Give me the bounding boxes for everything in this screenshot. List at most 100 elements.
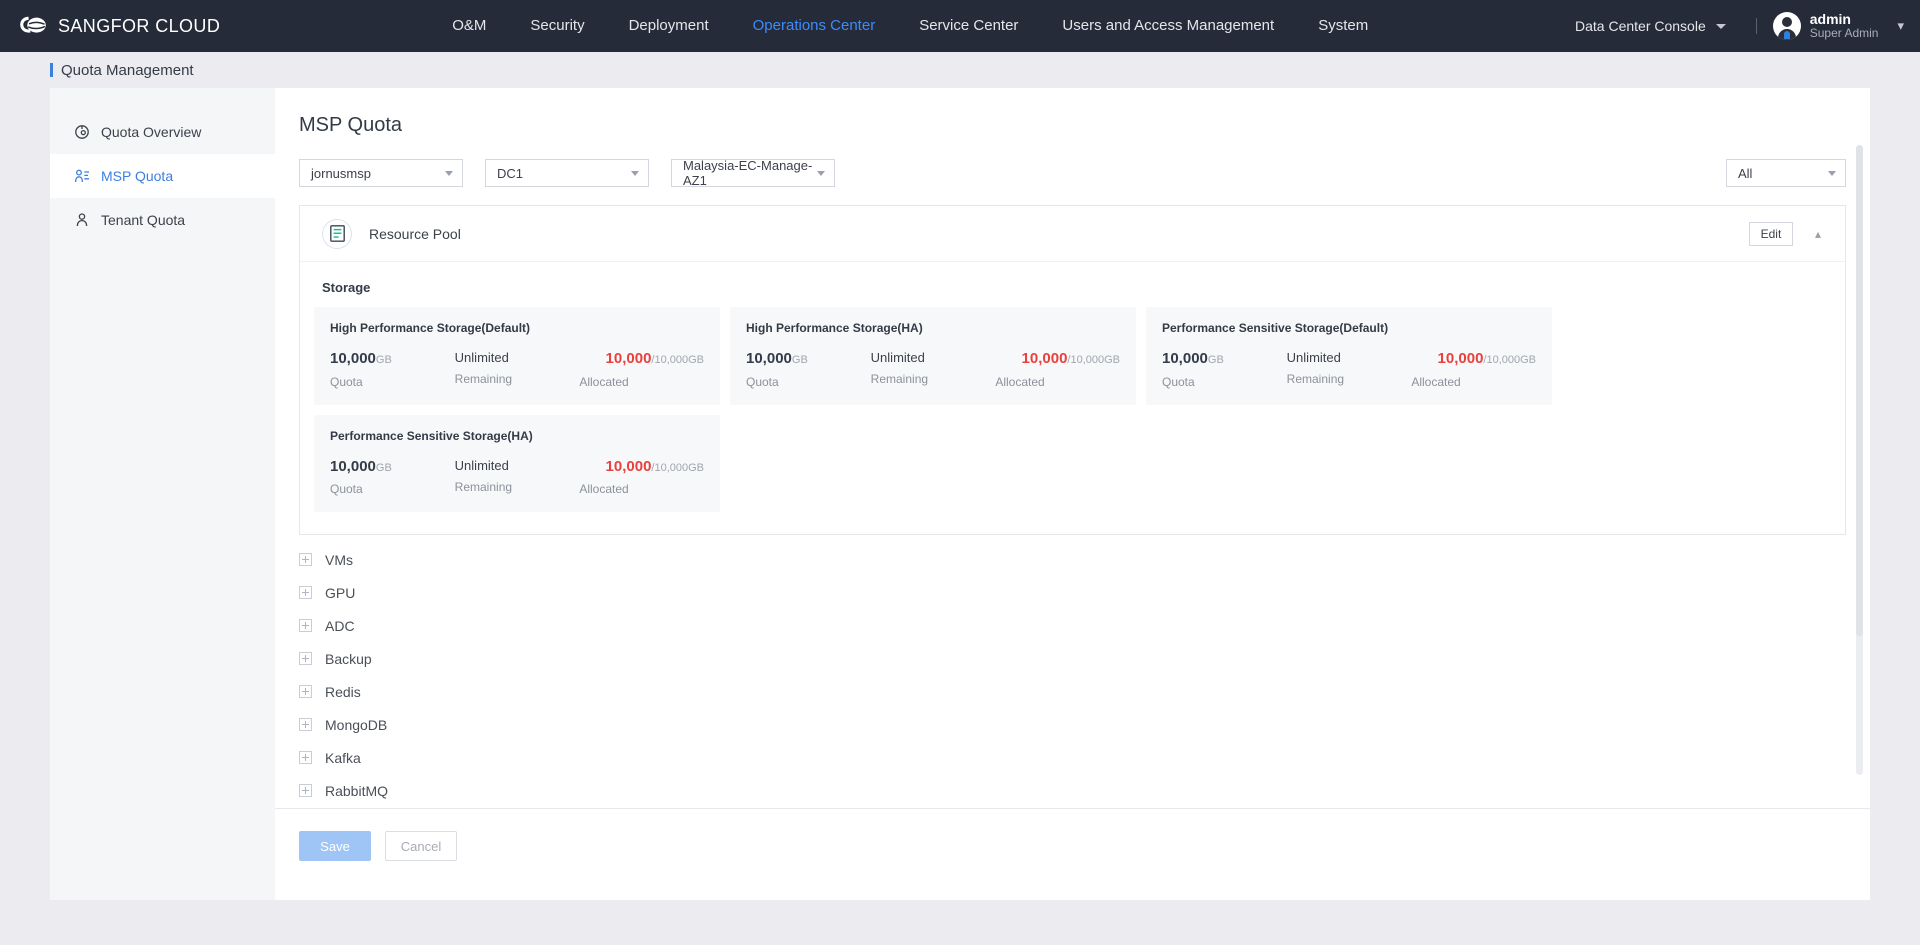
chevron-down-icon	[1715, 23, 1726, 29]
console-selector[interactable]: Data Center Console	[1575, 18, 1742, 34]
section-label: ADC	[325, 617, 355, 634]
datacenter-select[interactable]: DC1	[485, 159, 649, 187]
collapsible-section-kafka[interactable]: Kafka	[299, 741, 1846, 774]
cancel-button[interactable]: Cancel	[385, 831, 457, 861]
nav-item-service-center[interactable]: Service Center	[897, 0, 1040, 52]
plus-icon	[299, 718, 312, 731]
plus-icon	[299, 553, 312, 566]
title-accent-bar	[50, 63, 53, 77]
page-title: Quota Management	[61, 61, 194, 79]
quota-label: Quota	[746, 374, 779, 389]
remaining-value: Unlimited	[870, 350, 925, 365]
collapsible-section-backup[interactable]: Backup	[299, 642, 1846, 675]
allocated-value: 10,000/10,000GB	[1437, 350, 1537, 367]
chevron-down-icon	[817, 170, 825, 176]
quota-card-metrics: 10,000GB Quota Unlimited Remaining 10,00…	[330, 457, 705, 497]
top-navigation-bar: SANGFOR CLOUD O&M Security Deployment Op…	[0, 0, 1920, 52]
availability-zone-select[interactable]: Malaysia-EC-Manage-AZ1	[671, 158, 835, 188]
allocated-total: /10,000GB	[651, 354, 705, 366]
resource-pool-body: Storage High Performance Storage(Default…	[300, 262, 1845, 534]
remaining-metric: Unlimited Remaining	[870, 350, 996, 389]
quota-card-metrics: 10,000GB Quota Unlimited Remaining 10,00…	[746, 350, 1121, 389]
nav-item-operations-center[interactable]: Operations Center	[731, 0, 898, 52]
quota-metric: 10,000GB Quota	[1162, 350, 1287, 389]
quota-card: Performance Sensitive Storage(HA) 10,000…	[314, 414, 720, 512]
avatar	[1772, 11, 1801, 40]
remaining-value: Unlimited	[1286, 350, 1341, 365]
sidebar-item-tenant-quota[interactable]: Tenant Quota	[50, 198, 275, 242]
main-title: MSP Quota	[299, 114, 403, 136]
resource-pool-icon	[322, 218, 352, 249]
allocated-label: Allocated	[995, 374, 1045, 389]
quota-unit: GB	[791, 354, 808, 366]
sidebar-item-label: MSP Quota	[101, 168, 174, 184]
quota-card-metrics: 10,000GB Quota Unlimited Remaining 10,00…	[1162, 350, 1537, 389]
remaining-metric: Unlimited Remaining	[455, 458, 580, 497]
collapsible-section-rabbitmq[interactable]: RabbitMQ	[299, 774, 1846, 807]
scrollbar-thumb[interactable]	[1856, 145, 1863, 636]
quota-unit: GB	[375, 461, 392, 474]
nav-item-om[interactable]: O&M	[430, 0, 508, 52]
plus-icon	[299, 685, 312, 698]
quota-card-title: Performance Sensitive Storage(Default)	[1162, 321, 1389, 335]
sidebar-item-label: Tenant Quota	[101, 212, 186, 228]
quota-value: 10,000GB	[330, 457, 392, 475]
plus-icon	[299, 619, 312, 632]
divider	[1755, 18, 1757, 34]
quota-card-title: Performance Sensitive Storage(HA)	[330, 428, 533, 443]
plus-icon	[299, 652, 312, 665]
sidebar-item-quota-overview[interactable]: Quota Overview	[50, 110, 275, 154]
remaining-label: Remaining	[454, 372, 513, 387]
save-button[interactable]: Save	[299, 831, 371, 861]
allocated-value: 10,000/10,000GB	[605, 350, 705, 367]
allocated-value: 10,000/10,000GB	[605, 457, 705, 475]
collapsible-section-gpu[interactable]: GPU	[299, 576, 1846, 609]
collapsed-sections: VMs GPU ADC Backup Redis MongoDB Kafka R…	[275, 535, 1870, 807]
quota-unit: GB	[375, 354, 392, 366]
edit-button[interactable]: Edit	[1748, 221, 1793, 246]
sidebar-item-label: Quota Overview	[101, 124, 202, 140]
brand-logo-area[interactable]: SANGFOR CLOUD	[0, 13, 220, 39]
quota-label: Quota	[1162, 374, 1195, 389]
allocated-metric: 10,000/10,000GB Allocated	[1411, 350, 1537, 389]
quota-card: High Performance Storage(HA) 10,000GB Qu…	[730, 307, 1136, 405]
collapsible-section-mongodb[interactable]: MongoDB	[299, 708, 1846, 741]
datacenter-select-value: DC1	[497, 165, 524, 181]
plus-icon	[299, 784, 312, 797]
allocated-label: Allocated	[1411, 374, 1461, 389]
nav-item-security[interactable]: Security	[508, 0, 606, 52]
chevron-up-icon[interactable]: ▴	[1815, 227, 1821, 241]
chevron-down-icon: ▾	[1897, 17, 1904, 33]
scope-select[interactable]: All	[1726, 159, 1846, 187]
cloud-logo-icon	[20, 16, 46, 33]
sidebar-item-msp-quota[interactable]: MSP Quota	[50, 154, 275, 198]
vertical-scrollbar[interactable]	[1856, 145, 1863, 775]
collapsible-section-adc[interactable]: ADC	[299, 609, 1846, 642]
user-menu[interactable]: admin Super Admin ▾	[1771, 11, 1904, 41]
plus-icon	[299, 586, 312, 599]
allocated-label: Allocated	[579, 374, 629, 389]
section-label: MongoDB	[325, 716, 388, 733]
allocated-metric: 10,000/10,000GB Allocated	[579, 350, 705, 389]
remaining-label: Remaining	[870, 372, 929, 387]
nav-item-users-and-access-management[interactable]: Users and Access Management	[1040, 0, 1296, 52]
chevron-down-icon	[445, 170, 453, 176]
collapsible-section-vms[interactable]: VMs	[299, 543, 1846, 576]
section-label: Backup	[325, 650, 372, 667]
allocated-metric: 10,000/10,000GB Allocated	[579, 457, 705, 496]
top-nav-right-area: Data Center Console admin Super Admin ▾	[1575, 0, 1904, 52]
quota-card: High Performance Storage(Default) 10,000…	[314, 307, 720, 405]
collapsible-section-redis[interactable]: Redis	[299, 675, 1846, 708]
allocated-value: 10,000/10,000GB	[1021, 350, 1121, 367]
quota-card: Performance Sensitive Storage(Default) 1…	[1146, 307, 1552, 405]
main-nav-items: O&M Security Deployment Operations Cente…	[430, 0, 1390, 52]
section-label: GPU	[325, 584, 356, 601]
nav-item-system[interactable]: System	[1296, 0, 1390, 52]
chevron-down-icon	[631, 170, 639, 176]
section-label: VMs	[325, 551, 353, 568]
quota-metric: 10,000GB Quota	[330, 350, 455, 388]
msp-select[interactable]: jornusmsp	[299, 159, 463, 187]
nav-item-deployment[interactable]: Deployment	[607, 0, 731, 52]
storage-group-label: Storage	[322, 280, 371, 295]
quota-value: 10,000GB	[1162, 350, 1224, 367]
